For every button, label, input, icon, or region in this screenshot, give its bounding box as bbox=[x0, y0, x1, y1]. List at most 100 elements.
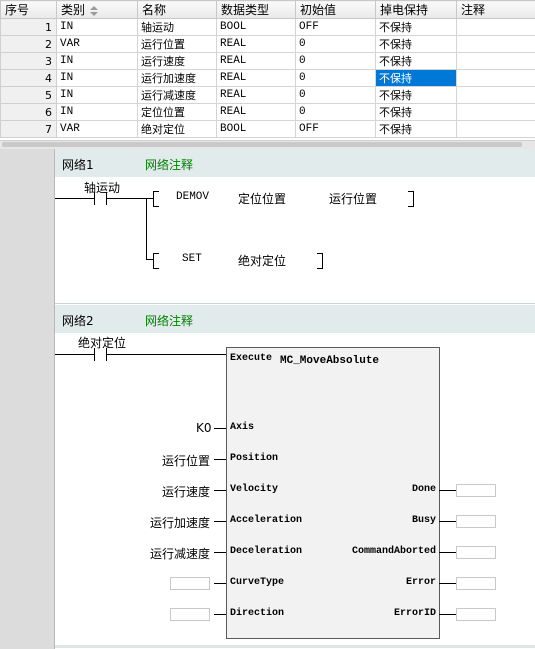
cell-type[interactable]: REAL bbox=[216, 52, 296, 70]
pin-acceleration[interactable]: Acceleration bbox=[230, 515, 302, 526]
network2-contact-label[interactable]: 绝对定位 bbox=[78, 334, 126, 351]
cell-comment[interactable] bbox=[456, 86, 535, 104]
output-field-error[interactable] bbox=[456, 577, 496, 590]
function-block-mc-moveabsolute[interactable]: MC_MoveAbsolute Execute Axis Position Ve… bbox=[226, 347, 440, 639]
pin-busy[interactable]: Busy bbox=[412, 515, 436, 526]
cell-init[interactable]: OFF bbox=[295, 120, 376, 138]
output-field-commandaborted[interactable] bbox=[456, 546, 496, 559]
cell-comment[interactable] bbox=[456, 120, 535, 138]
cell-type[interactable]: BOOL bbox=[216, 120, 296, 138]
cell-type[interactable]: REAL bbox=[216, 35, 296, 53]
cell-comment[interactable] bbox=[456, 103, 535, 121]
cell-retain[interactable]: 不保持 bbox=[375, 103, 457, 121]
cell-name[interactable]: 运行位置 bbox=[137, 35, 217, 53]
cell-retain[interactable]: 不保持 bbox=[375, 18, 457, 36]
input-field-direction[interactable] bbox=[170, 608, 210, 621]
network1-header[interactable]: 网络1 网络注释 bbox=[55, 149, 535, 177]
cell-name[interactable]: 定位位置 bbox=[137, 103, 217, 121]
row-index[interactable]: 2 bbox=[0, 35, 57, 53]
scrollbar-thumb[interactable] bbox=[2, 142, 522, 147]
col-header-kind[interactable]: 类别 bbox=[56, 0, 138, 19]
pin-errorid[interactable]: ErrorID bbox=[394, 608, 436, 619]
pin-position[interactable]: Position bbox=[230, 453, 278, 464]
cell-init[interactable]: 0 bbox=[295, 69, 376, 87]
network1-comment[interactable]: 网络注释 bbox=[145, 156, 193, 173]
pin-axis[interactable]: Axis bbox=[230, 422, 254, 433]
cell-name[interactable]: 运行减速度 bbox=[137, 86, 217, 104]
function-block-name: MC_MoveAbsolute bbox=[280, 355, 380, 367]
cell-init[interactable]: 0 bbox=[295, 103, 376, 121]
table-row[interactable]: 5 IN 运行减速度 REAL 0 不保持 bbox=[0, 86, 535, 104]
row-index[interactable]: 1 bbox=[0, 18, 57, 36]
table-row[interactable]: 6 IN 定位位置 REAL 0 不保持 bbox=[0, 103, 535, 121]
output-field-busy[interactable] bbox=[456, 515, 496, 528]
pin-velocity[interactable]: Velocity bbox=[230, 484, 278, 495]
cell-kind[interactable]: IN bbox=[56, 18, 138, 36]
cell-retain[interactable]: 不保持 bbox=[375, 86, 457, 104]
table-row[interactable]: 3 IN 运行速度 REAL 0 不保持 bbox=[0, 52, 535, 70]
ladder-editor[interactable]: 网络1 网络注释 轴运动 DEMOV 定位位置 运行位置 SET 绝对定位 网络… bbox=[0, 149, 535, 649]
rung-wire bbox=[55, 198, 94, 199]
input-value-velocity[interactable]: 运行速度 bbox=[162, 483, 210, 500]
col-header-comment[interactable]: 注释 bbox=[456, 0, 535, 19]
cell-init[interactable]: 0 bbox=[295, 35, 376, 53]
pin-execute[interactable]: Execute bbox=[230, 353, 272, 364]
network2-header[interactable]: 网络2 网络注释 bbox=[55, 305, 535, 333]
input-value-position[interactable]: 运行位置 bbox=[162, 452, 210, 469]
row-index[interactable]: 6 bbox=[0, 103, 57, 121]
cell-comment[interactable] bbox=[456, 18, 535, 36]
cell-name[interactable]: 运行加速度 bbox=[137, 69, 217, 87]
cell-kind[interactable]: IN bbox=[56, 69, 138, 87]
cell-kind[interactable]: IN bbox=[56, 103, 138, 121]
cell-type[interactable]: REAL bbox=[216, 69, 296, 87]
table-row[interactable]: 7 VAR 绝对定位 BOOL OFF 不保持 bbox=[0, 120, 535, 138]
table-row[interactable]: 4 IN 运行加速度 REAL 0 不保持 bbox=[0, 69, 535, 87]
cell-kind[interactable]: IN bbox=[56, 52, 138, 70]
cell-name[interactable]: 轴运动 bbox=[137, 18, 217, 36]
output-field-done[interactable] bbox=[456, 484, 496, 497]
input-field-curvetype[interactable] bbox=[170, 577, 210, 590]
cell-retain[interactable]: 不保持 bbox=[375, 52, 457, 70]
table-row[interactable]: 2 VAR 运行位置 REAL 0 不保持 bbox=[0, 35, 535, 53]
col-header-init[interactable]: 初始值 bbox=[295, 0, 376, 19]
row-index[interactable]: 7 bbox=[0, 120, 57, 138]
pin-direction[interactable]: Direction bbox=[230, 608, 284, 619]
cell-comment[interactable] bbox=[456, 52, 535, 70]
row-index[interactable]: 3 bbox=[0, 52, 57, 70]
cell-init[interactable]: 0 bbox=[295, 52, 376, 70]
cell-retain[interactable]: 不保持 bbox=[375, 120, 457, 138]
cell-kind[interactable]: VAR bbox=[56, 35, 138, 53]
col-header-retain[interactable]: 掉电保持 bbox=[375, 0, 457, 19]
pin-deceleration[interactable]: Deceleration bbox=[230, 546, 302, 557]
row-index[interactable]: 4 bbox=[0, 69, 57, 87]
pin-error[interactable]: Error bbox=[406, 577, 436, 588]
cell-kind[interactable]: IN bbox=[56, 86, 138, 104]
input-value-axis[interactable]: K0 bbox=[196, 421, 212, 435]
row-index[interactable]: 5 bbox=[0, 86, 57, 104]
input-value-acceleration[interactable]: 运行加速度 bbox=[150, 514, 210, 531]
pin-done[interactable]: Done bbox=[412, 484, 436, 495]
cell-name[interactable]: 绝对定位 bbox=[137, 120, 217, 138]
output-field-errorid[interactable] bbox=[456, 608, 496, 621]
cell-retain[interactable]: 不保持 bbox=[375, 35, 457, 53]
cell-type[interactable]: REAL bbox=[216, 86, 296, 104]
cell-type[interactable]: REAL bbox=[216, 103, 296, 121]
cell-init[interactable]: 0 bbox=[295, 86, 376, 104]
horizontal-scrollbar[interactable] bbox=[0, 140, 535, 149]
pin-curvetype[interactable]: CurveType bbox=[230, 577, 284, 588]
pin-commandaborted[interactable]: CommandAborted bbox=[352, 546, 436, 557]
cell-type[interactable]: BOOL bbox=[216, 18, 296, 36]
input-value-deceleration[interactable]: 运行减速度 bbox=[150, 545, 210, 562]
cell-comment[interactable] bbox=[456, 69, 535, 87]
cell-kind[interactable]: VAR bbox=[56, 120, 138, 138]
col-header-name[interactable]: 名称 bbox=[137, 0, 217, 19]
cell-retain-selected[interactable]: 不保持 bbox=[375, 69, 457, 87]
cell-name[interactable]: 运行速度 bbox=[137, 52, 217, 70]
col-header-index[interactable]: 序号 bbox=[0, 0, 57, 19]
table-row[interactable]: 1 IN 轴运动 BOOL OFF 不保持 bbox=[0, 18, 535, 36]
cell-comment[interactable] bbox=[456, 35, 535, 53]
network1-contact-label[interactable]: 轴运动 bbox=[84, 179, 120, 196]
col-header-type[interactable]: 数据类型 bbox=[216, 0, 296, 19]
network2-comment[interactable]: 网络注释 bbox=[145, 312, 193, 329]
cell-init[interactable]: OFF bbox=[295, 18, 376, 36]
